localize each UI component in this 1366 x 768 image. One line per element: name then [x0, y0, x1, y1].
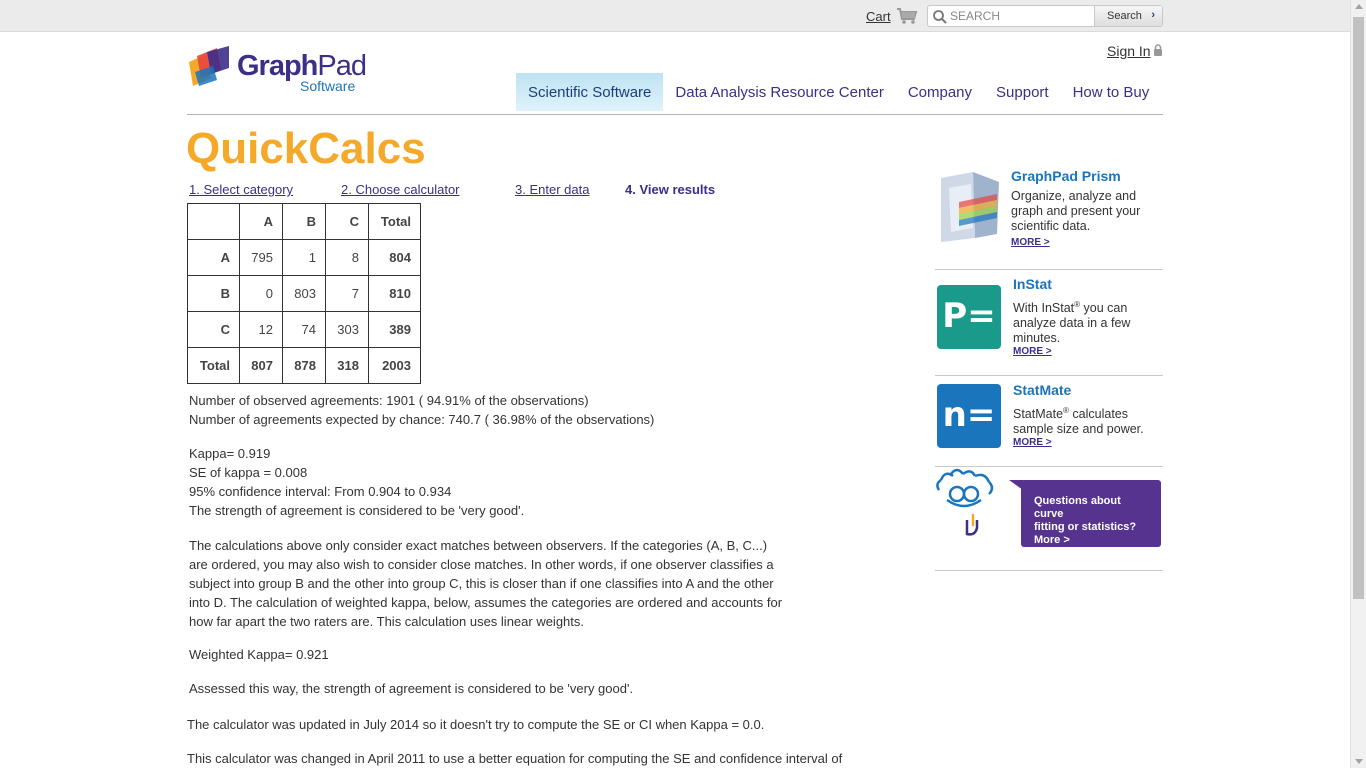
- table-cell: 803: [282, 275, 326, 312]
- prism-description: Organize, analyze and graph and present …: [1011, 189, 1141, 233]
- table-cell: C: [187, 311, 240, 348]
- search-box: Search ›: [927, 5, 1163, 27]
- table-cell: [187, 203, 240, 240]
- table-cell: Total: [187, 347, 240, 384]
- table-cell: 878: [282, 347, 326, 384]
- table-cell: 0: [239, 275, 283, 312]
- graphpad-logo-mark-icon: [189, 46, 229, 86]
- header-divider: [187, 114, 1163, 115]
- agreement-table: A B C Total A 795 1 8 804 B 0 803 7 810 …: [187, 203, 421, 384]
- update-note-2014: The calculator was updated in July 2014 …: [187, 717, 765, 732]
- weighted-strength-text: Assessed this way, the strength of agree…: [189, 681, 634, 696]
- utility-bar: Cart Search ›: [0, 0, 1350, 32]
- expected-agreements-text: Number of agreements expected by chance:…: [189, 412, 655, 427]
- observed-agreements-text: Number of observed agreements: 1901 ( 94…: [189, 393, 589, 408]
- weighted-kappa-value: Weighted Kappa= 0.921: [189, 647, 329, 662]
- lock-icon: [1154, 44, 1162, 56]
- table-cell: A: [187, 239, 240, 276]
- kappa-se-value: SE of kappa = 0.008: [189, 465, 308, 480]
- table-row: B 0 803 7 810: [187, 275, 421, 312]
- table-cell: 318: [325, 347, 369, 384]
- search-icon: [933, 10, 947, 24]
- bubble-line: fitting or statistics?: [1034, 521, 1137, 533]
- table-cell: Total: [368, 203, 421, 240]
- table-cell: 12: [239, 311, 283, 348]
- sidebar-divider: [935, 375, 1163, 376]
- cart-link[interactable]: Cart: [866, 9, 891, 24]
- table-cell: A: [239, 203, 283, 240]
- table-cell: 807: [239, 347, 283, 384]
- sign-in-link[interactable]: Sign In: [1107, 43, 1151, 59]
- table-cell: 804: [368, 239, 421, 276]
- statmate-title[interactable]: StatMate: [1013, 382, 1071, 398]
- table-row: C 12 74 303 389: [187, 311, 421, 348]
- statmate-icon[interactable]: n=: [937, 384, 1001, 448]
- kappa-value: Kappa= 0.919: [189, 446, 271, 461]
- search-button-label: Search: [1107, 10, 1142, 22]
- graphpad-logo[interactable]: GraphPad Software: [187, 46, 377, 94]
- search-input[interactable]: [950, 8, 1090, 24]
- table-row: A 795 1 8 804: [187, 239, 421, 276]
- bubble-line: Questions about curve: [1034, 495, 1121, 520]
- weighted-kappa-explanation: The calculations above only consider exa…: [189, 538, 783, 629]
- professor-mascot-icon: [936, 468, 994, 536]
- table-header-row: A B C Total: [187, 203, 421, 240]
- step-enter-data[interactable]: 3. Enter data: [515, 182, 589, 197]
- bubble-more-link[interactable]: More >: [1034, 534, 1153, 547]
- nav-scientific-software[interactable]: Scientific Software: [516, 73, 664, 111]
- chevron-right-icon: ›: [1151, 9, 1155, 21]
- step-select-category[interactable]: 1. Select category: [189, 182, 293, 197]
- table-cell: 810: [368, 275, 421, 312]
- prism-more-link[interactable]: MORE >: [1011, 237, 1050, 248]
- page-title: QuickCalcs: [186, 124, 426, 173]
- table-cell: 1: [282, 239, 326, 276]
- table-cell: B: [282, 203, 326, 240]
- instat-icon[interactable]: P=: [937, 285, 1001, 349]
- table-cell: C: [325, 203, 369, 240]
- instat-description: With InStat® you can analyze data in a f…: [1013, 300, 1131, 346]
- search-button[interactable]: Search ›: [1094, 6, 1162, 26]
- table-cell: 2003: [368, 347, 421, 384]
- nav-how-to-buy[interactable]: How to Buy: [1061, 73, 1162, 111]
- table-total-row: Total 807 878 318 2003: [187, 347, 421, 384]
- logo-subtitle: Software: [300, 78, 356, 94]
- table-cell: 795: [239, 239, 283, 276]
- table-cell: 389: [368, 311, 421, 348]
- vertical-scrollbar[interactable]: [1350, 0, 1366, 768]
- table-cell: 74: [282, 311, 326, 348]
- table-cell: 8: [325, 239, 369, 276]
- prism-box-icon[interactable]: [935, 168, 1005, 244]
- sidebar-divider: [935, 269, 1163, 270]
- table-cell: 303: [325, 311, 369, 348]
- instat-more-link[interactable]: MORE >: [1013, 346, 1052, 357]
- confidence-interval-text: 95% confidence interval: From 0.904 to 0…: [189, 484, 452, 499]
- sidebar-divider: [935, 466, 1163, 467]
- scroll-thumb[interactable]: [1353, 17, 1364, 599]
- statmate-description: StatMate® calculates sample size and pow…: [1013, 406, 1144, 437]
- prism-title[interactable]: GraphPad Prism: [1011, 168, 1121, 184]
- scroll-down-arrow-icon[interactable]: [1355, 759, 1363, 764]
- nav-company[interactable]: Company: [896, 73, 984, 111]
- statmate-more-link[interactable]: MORE >: [1013, 437, 1052, 448]
- sidebar-divider: [935, 570, 1163, 571]
- table-cell: 7: [325, 275, 369, 312]
- agreement-strength-text: The strength of agreement is considered …: [189, 503, 525, 518]
- nav-support[interactable]: Support: [984, 73, 1061, 111]
- scroll-up-arrow-icon[interactable]: [1355, 4, 1363, 9]
- update-note-2011: This calculator was changed in April 201…: [187, 751, 843, 766]
- questions-bubble[interactable]: Questions about curve fitting or statist…: [1021, 480, 1161, 547]
- instat-title[interactable]: InStat: [1013, 276, 1052, 292]
- nav-data-analysis-resource-center[interactable]: Data Analysis Resource Center: [663, 73, 895, 111]
- step-view-results: 4. View results: [625, 182, 716, 197]
- table-cell: B: [187, 275, 240, 312]
- main-nav: Scientific Software Data Analysis Resour…: [516, 73, 1161, 111]
- step-choose-calculator[interactable]: 2. Choose calculator: [341, 182, 460, 197]
- cart-icon[interactable]: [896, 7, 918, 25]
